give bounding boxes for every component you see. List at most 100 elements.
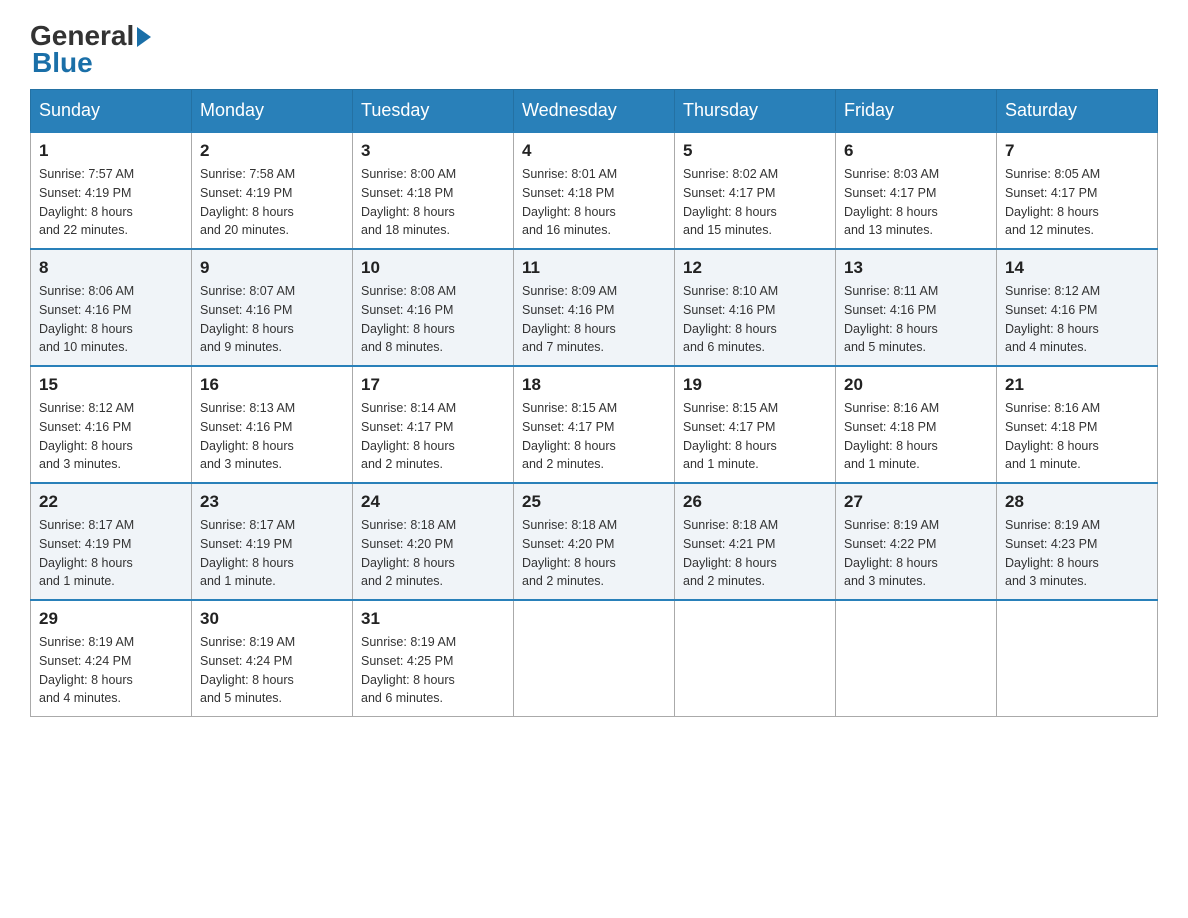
calendar-cell: 6 Sunrise: 8:03 AM Sunset: 4:17 PM Dayligh…	[836, 132, 997, 249]
day-detail-line: and 4 minutes.	[39, 691, 121, 705]
day-detail-line: Daylight: 8 hours	[844, 439, 938, 453]
day-detail-line: Daylight: 8 hours	[844, 205, 938, 219]
calendar-cell: 23 Sunrise: 8:17 AMSunset: 4:19 PMDaylig…	[192, 483, 353, 600]
day-detail-line: Sunset: 4:19 PM	[39, 537, 131, 551]
day-detail-line: and 2 minutes.	[522, 574, 604, 588]
day-detail-line: Sunset: 4:16 PM	[200, 303, 292, 317]
day-detail-line: Sunset: 4:17 PM	[844, 186, 936, 200]
day-detail-line: Sunrise: 8:10 AM	[683, 284, 778, 298]
day-info: Sunrise: 8:02 AM Sunset: 4:17 PM Daylight:…	[683, 165, 827, 240]
calendar-cell: 5 Sunrise: 8:02 AM Sunset: 4:17 PM Dayligh…	[675, 132, 836, 249]
day-of-week-header: Monday	[192, 90, 353, 133]
day-detail-line: and 3 minutes.	[844, 574, 926, 588]
day-number: 13	[844, 258, 988, 278]
day-detail-line: Sunset: 4:16 PM	[522, 303, 614, 317]
day-detail-line: Sunset: 4:16 PM	[683, 303, 775, 317]
day-detail-line: Sunrise: 8:19 AM	[200, 635, 295, 649]
calendar-cell: 18 Sunrise: 8:15 AMSunset: 4:17 PMDaylig…	[514, 366, 675, 483]
calendar-cell	[836, 600, 997, 717]
day-number: 25	[522, 492, 666, 512]
day-detail-line: and 10 minutes.	[39, 340, 128, 354]
day-info: Sunrise: 8:12 AMSunset: 4:16 PMDaylight:…	[39, 399, 183, 474]
day-info: Sunrise: 8:17 AM Sunset: 4:19 PM Daylight:…	[39, 516, 183, 591]
day-detail-line: Sunset: 4:17 PM	[1005, 186, 1097, 200]
day-number: 15	[39, 375, 183, 395]
calendar-cell: 29 Sunrise: 8:19 AMSunset: 4:24 PMDaylig…	[31, 600, 192, 717]
day-detail-line: and 13 minutes.	[844, 223, 933, 237]
day-detail-line: Daylight: 8 hours	[844, 322, 938, 336]
day-detail-line: Sunrise: 8:19 AM	[844, 518, 939, 532]
day-info: Sunrise: 8:00 AMSunset: 4:18 PMDaylight:…	[361, 165, 505, 240]
day-detail-line: Sunset: 4:16 PM	[844, 303, 936, 317]
calendar-cell	[675, 600, 836, 717]
day-detail-line: Sunset: 4:16 PM	[361, 303, 453, 317]
day-detail-line: Sunset: 4:19 PM	[39, 186, 131, 200]
day-detail-line: Daylight: 8 hours	[361, 556, 455, 570]
day-detail-line: and 7 minutes.	[522, 340, 604, 354]
day-detail-line: Sunrise: 8:12 AM	[39, 401, 134, 415]
day-number: 6	[844, 141, 988, 161]
day-info: Sunrise: 8:19 AMSunset: 4:24 PMDaylight:…	[39, 633, 183, 708]
day-detail-line: Sunset: 4:17 PM	[683, 420, 775, 434]
day-detail-line: Daylight: 8 hours	[1005, 205, 1099, 219]
day-detail-line: and 4 minutes.	[1005, 340, 1087, 354]
logo: General Blue	[30, 20, 151, 79]
page-header: General Blue	[30, 20, 1158, 79]
day-number: 7	[1005, 141, 1149, 161]
day-detail-line: and 1 minute.	[200, 574, 276, 588]
day-info: Sunrise: 8:18 AMSunset: 4:21 PMDaylight:…	[683, 516, 827, 591]
day-detail-line: Sunrise: 8:05 AM	[1005, 167, 1100, 181]
day-detail-line: Sunrise: 8:19 AM	[1005, 518, 1100, 532]
day-number: 5	[683, 141, 827, 161]
day-detail-line: Sunrise: 8:08 AM	[361, 284, 456, 298]
calendar-cell: 3 Sunrise: 8:00 AMSunset: 4:18 PMDayligh…	[353, 132, 514, 249]
day-info: Sunrise: 8:19 AMSunset: 4:23 PMDaylight:…	[1005, 516, 1149, 591]
calendar-cell: 28 Sunrise: 8:19 AMSunset: 4:23 PMDaylig…	[997, 483, 1158, 600]
day-info: Sunrise: 7:58 AMSunset: 4:19 PMDaylight:…	[200, 165, 344, 240]
day-detail-line: Sunset: 4:21 PM	[683, 537, 775, 551]
day-number: 12	[683, 258, 827, 278]
calendar-cell: 22 Sunrise: 8:17 AMSunset: 4:19 PMDaylig…	[31, 483, 192, 600]
day-detail-line: Daylight: 8 hours	[683, 205, 777, 219]
day-detail-line: Daylight: 8 hours	[200, 439, 294, 453]
day-info: Sunrise: 8:03 AM Sunset: 4:17 PM Daylight:…	[844, 165, 988, 240]
day-info: Sunrise: 8:01 AMSunset: 4:18 PMDaylight:…	[522, 165, 666, 240]
day-detail-line: Daylight: 8 hours	[522, 556, 616, 570]
day-detail-line: Sunset: 4:16 PM	[1005, 303, 1097, 317]
calendar-cell: 31 Sunrise: 8:19 AMSunset: 4:25 PMDaylig…	[353, 600, 514, 717]
day-detail-line: Sunset: 4:17 PM	[522, 420, 614, 434]
calendar-cell: 14 Sunrise: 8:12 AMSunset: 4:16 PMDaylig…	[997, 249, 1158, 366]
day-number: 9	[200, 258, 344, 278]
day-detail-line: Sunset: 4:19 PM	[200, 537, 292, 551]
day-detail-line: Sunrise: 8:17 AM	[39, 518, 134, 532]
day-detail-line: and 12 minutes.	[1005, 223, 1094, 237]
calendar-cell: 2 Sunrise: 7:58 AMSunset: 4:19 PMDayligh…	[192, 132, 353, 249]
day-detail-line: and 3 minutes.	[1005, 574, 1087, 588]
day-detail-line: Sunrise: 8:18 AM	[683, 518, 778, 532]
calendar-cell: 13 Sunrise: 8:11 AMSunset: 4:16 PMDaylig…	[836, 249, 997, 366]
calendar-cell: 15 Sunrise: 8:12 AMSunset: 4:16 PMDaylig…	[31, 366, 192, 483]
calendar-cell: 24 Sunrise: 8:18 AMSunset: 4:20 PMDaylig…	[353, 483, 514, 600]
day-detail-line: and 9 minutes.	[200, 340, 282, 354]
day-detail-line: Sunset: 4:18 PM	[522, 186, 614, 200]
day-detail-line: Sunset: 4:16 PM	[39, 420, 131, 434]
day-detail-line: Sunrise: 8:01 AM	[522, 167, 617, 181]
day-number: 27	[844, 492, 988, 512]
day-detail-line: Sunset: 4:17 PM	[683, 186, 775, 200]
day-detail-line: Daylight: 8 hours	[361, 439, 455, 453]
day-detail-line: Daylight: 8 hours	[39, 556, 133, 570]
day-detail-line: Sunrise: 8:02 AM	[683, 167, 778, 181]
day-detail-line: and 2 minutes.	[361, 457, 443, 471]
day-detail-line: Sunrise: 8:15 AM	[683, 401, 778, 415]
calendar-cell: 12 Sunrise: 8:10 AMSunset: 4:16 PMDaylig…	[675, 249, 836, 366]
day-info: Sunrise: 8:15 AMSunset: 4:17 PMDaylight:…	[522, 399, 666, 474]
day-info: Sunrise: 8:19 AMSunset: 4:22 PMDaylight:…	[844, 516, 988, 591]
day-detail-line: Sunrise: 8:03 AM	[844, 167, 939, 181]
day-detail-line: and 16 minutes.	[522, 223, 611, 237]
calendar-cell: 16 Sunrise: 8:13 AMSunset: 4:16 PMDaylig…	[192, 366, 353, 483]
day-info: Sunrise: 7:57 AMSunset: 4:19 PMDaylight:…	[39, 165, 183, 240]
day-detail-line: Sunset: 4:17 PM	[361, 420, 453, 434]
day-detail-line: and 22 minutes.	[39, 223, 128, 237]
day-detail-line: Daylight: 8 hours	[200, 205, 294, 219]
day-detail-line: Daylight: 8 hours	[200, 556, 294, 570]
